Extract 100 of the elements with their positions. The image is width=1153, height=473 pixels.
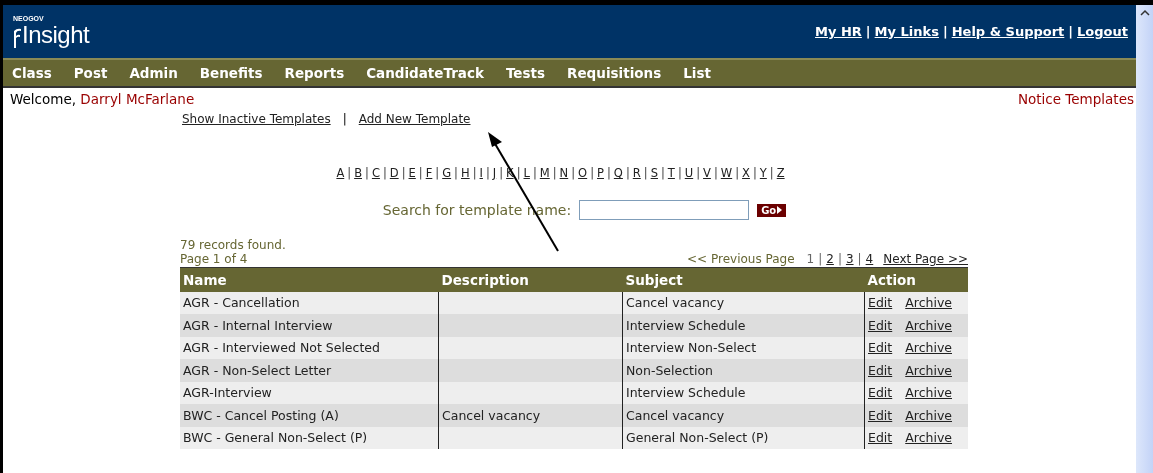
user-name: Darryl McFarlane [80,91,195,107]
separator: | [435,166,440,180]
separator: | [696,166,701,180]
column-header: Name [180,267,439,292]
table-cell: Cancel vacancy [622,291,865,314]
separator: | [472,166,477,180]
column-header: Action [864,267,968,292]
nav-item[interactable]: Benefits [199,65,263,81]
go-button[interactable]: Go [757,203,787,217]
separator: | [643,166,648,180]
table-cell: BWC - General Non-Select (P) [180,426,439,449]
page-link[interactable]: 3 [845,252,854,266]
letter-link[interactable]: Q [613,166,623,180]
separator: | [677,166,682,180]
edit-link[interactable]: Edit [868,407,893,423]
letter-link[interactable]: P [597,166,604,180]
letter-link[interactable]: B [354,166,362,180]
letter-link[interactable]: R [632,166,641,180]
nav-item[interactable]: Post [73,65,108,81]
header-link[interactable]: Help & Support [951,24,1065,39]
page-indicator: Page 1 of 4 [180,252,248,266]
separator: | [660,166,665,180]
letter-link[interactable]: H [461,166,470,180]
letter-link[interactable]: W [720,166,733,180]
archive-link[interactable]: Archive [905,430,952,446]
letter-link[interactable]: M [539,166,550,180]
welcome-label: Welcome, [10,91,77,107]
page-link[interactable]: 2 [826,252,834,266]
table-cell: Interview Schedule [622,381,865,404]
separator: | [347,166,352,180]
letter-link[interactable]: V [703,166,711,180]
letter-link[interactable]: E [408,166,416,180]
logo-text: Insight [22,22,90,48]
letter-link[interactable]: G [442,166,452,180]
table-cell: Non-Selection [622,359,865,382]
table-cell: Cancel vacancy [438,404,623,427]
table-cell: BWC - Cancel Posting (A) [180,404,439,427]
letter-link[interactable]: O [578,166,588,180]
archive-link[interactable]: Archive [905,407,952,423]
page-link[interactable]: 4 [865,252,874,266]
scroll-up-icon[interactable] [1139,9,1150,17]
archive-link[interactable]: Archive [905,317,952,333]
action-link[interactable]: Add New Template [358,112,471,126]
letter-link[interactable]: N [559,166,569,180]
table-cell: AGR - Cancellation [180,291,439,314]
letter-link[interactable]: X [742,166,750,180]
letter-link[interactable]: J [492,166,497,180]
nav-item[interactable]: CandidateTrack [366,65,484,81]
letter-link[interactable]: D [389,166,399,180]
letter-link[interactable]: Z [776,166,785,180]
letter-link[interactable]: T [667,166,675,180]
table-cell: General Non-Select (P) [622,426,865,449]
separator: | [606,166,611,180]
separator: | [418,166,423,180]
letter-link[interactable]: L [523,166,530,180]
archive-link[interactable]: Archive [905,295,952,311]
edit-link[interactable]: Edit [868,317,893,333]
page-title: Notice Templates [1017,91,1134,107]
edit-link[interactable]: Edit [868,340,893,356]
search-field[interactable] [579,200,750,220]
archive-link[interactable]: Archive [905,340,952,356]
nav-item[interactable]: Tests [505,65,546,81]
flag-icon [13,28,21,48]
letter-link[interactable]: Y [759,166,767,180]
nav-item[interactable]: Admin [129,65,178,81]
letter-link[interactable]: I [479,166,483,180]
archive-link[interactable]: Archive [905,362,952,378]
action-link[interactable]: Show Inactive Templates [182,112,331,126]
letter-link[interactable]: S [650,166,658,180]
separator: | [857,252,862,266]
nav-item[interactable]: Class [12,65,52,81]
separator: | [590,166,595,180]
separator: | [818,252,823,266]
nav-item[interactable]: Requisitions [567,65,662,81]
previous-page-label: << Previous Page [687,252,795,266]
edit-link[interactable]: Edit [868,430,893,446]
edit-link[interactable]: Edit [868,385,893,401]
separator: | [516,166,521,180]
separator: | [625,166,630,180]
separator: | [571,166,576,180]
next-page-link[interactable]: Next Page >> [883,252,968,266]
header-link[interactable]: My HR [815,24,862,39]
letter-link[interactable]: U [684,166,694,180]
header-link[interactable]: Logout [1077,24,1128,39]
separator: | [342,112,347,126]
separator: | [769,166,774,180]
nav-item[interactable]: List [683,65,711,81]
letter-link[interactable]: C [371,166,380,180]
separator: | [485,166,490,180]
edit-link[interactable]: Edit [868,362,893,378]
edit-link[interactable]: Edit [868,295,893,311]
separator: | [735,166,740,180]
header-link[interactable]: My Links [874,24,939,39]
scrollbar[interactable] [1136,5,1153,473]
nav-item[interactable]: Reports [284,65,345,81]
archive-link[interactable]: Archive [905,385,952,401]
table-cell: Interview Schedule [622,314,865,337]
separator: | [942,24,948,39]
letter-link[interactable]: A [336,166,345,180]
letter-link[interactable]: F [425,166,433,180]
